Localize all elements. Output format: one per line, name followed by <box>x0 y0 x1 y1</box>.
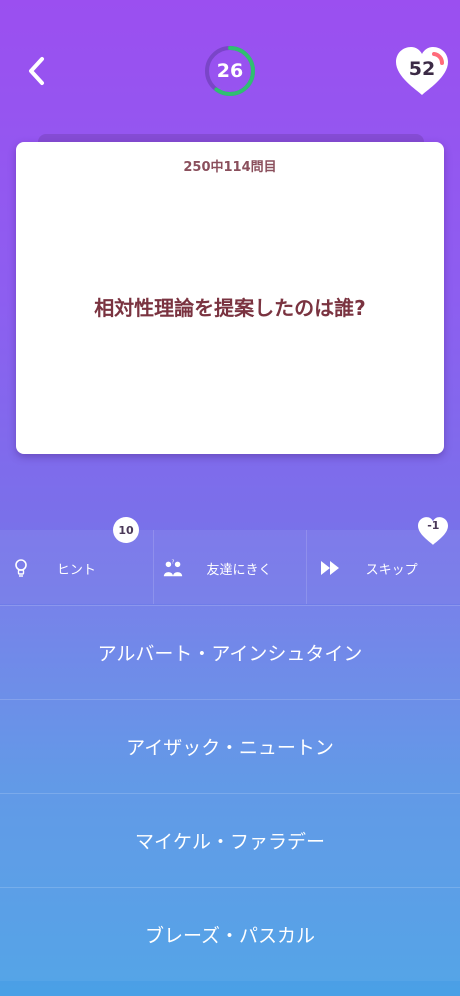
answer-option[interactable]: ブレーズ・パスカル <box>0 887 460 981</box>
lifeline-toolbar: ヒント 10 ? 友達にきく スキップ -1 <box>0 517 460 604</box>
hint-count-badge: 10 <box>113 517 139 543</box>
ask-friends-label: 友達にきく <box>206 563 272 578</box>
chevron-left-icon <box>29 57 44 85</box>
question-text: 相対性理論を提案したのは誰? <box>94 296 366 320</box>
hint-button[interactable]: ヒント 10 <box>0 517 154 604</box>
top-bar: 26 52 <box>0 0 460 140</box>
skip-button[interactable]: スキップ -1 <box>307 517 460 604</box>
answer-option[interactable]: アルバート・アインシュタイン <box>0 605 460 699</box>
ask-friends-button[interactable]: ? 友達にきく <box>153 530 308 604</box>
back-button[interactable] <box>22 56 52 86</box>
answer-option[interactable]: マイケル・ファラデー <box>0 793 460 887</box>
answer-list: アルバート・アインシュタイン アイザック・ニュートン マイケル・ファラデー ブレ… <box>0 605 460 981</box>
hint-label: ヒント <box>56 563 96 578</box>
answer-option[interactable]: アイザック・ニュートン <box>0 699 460 793</box>
skip-cost-badge: -1 <box>427 519 440 532</box>
skip-label: スキップ <box>365 563 418 578</box>
question-card: 250中114問目 相対性理論を提案したのは誰? <box>16 142 444 454</box>
question-progress: 250中114問目 <box>183 160 277 175</box>
timer-value: 26 <box>216 60 244 82</box>
timer: 26 <box>204 45 256 97</box>
lives-value: 52 <box>408 58 436 80</box>
lives-counter[interactable]: 52 <box>393 45 451 97</box>
